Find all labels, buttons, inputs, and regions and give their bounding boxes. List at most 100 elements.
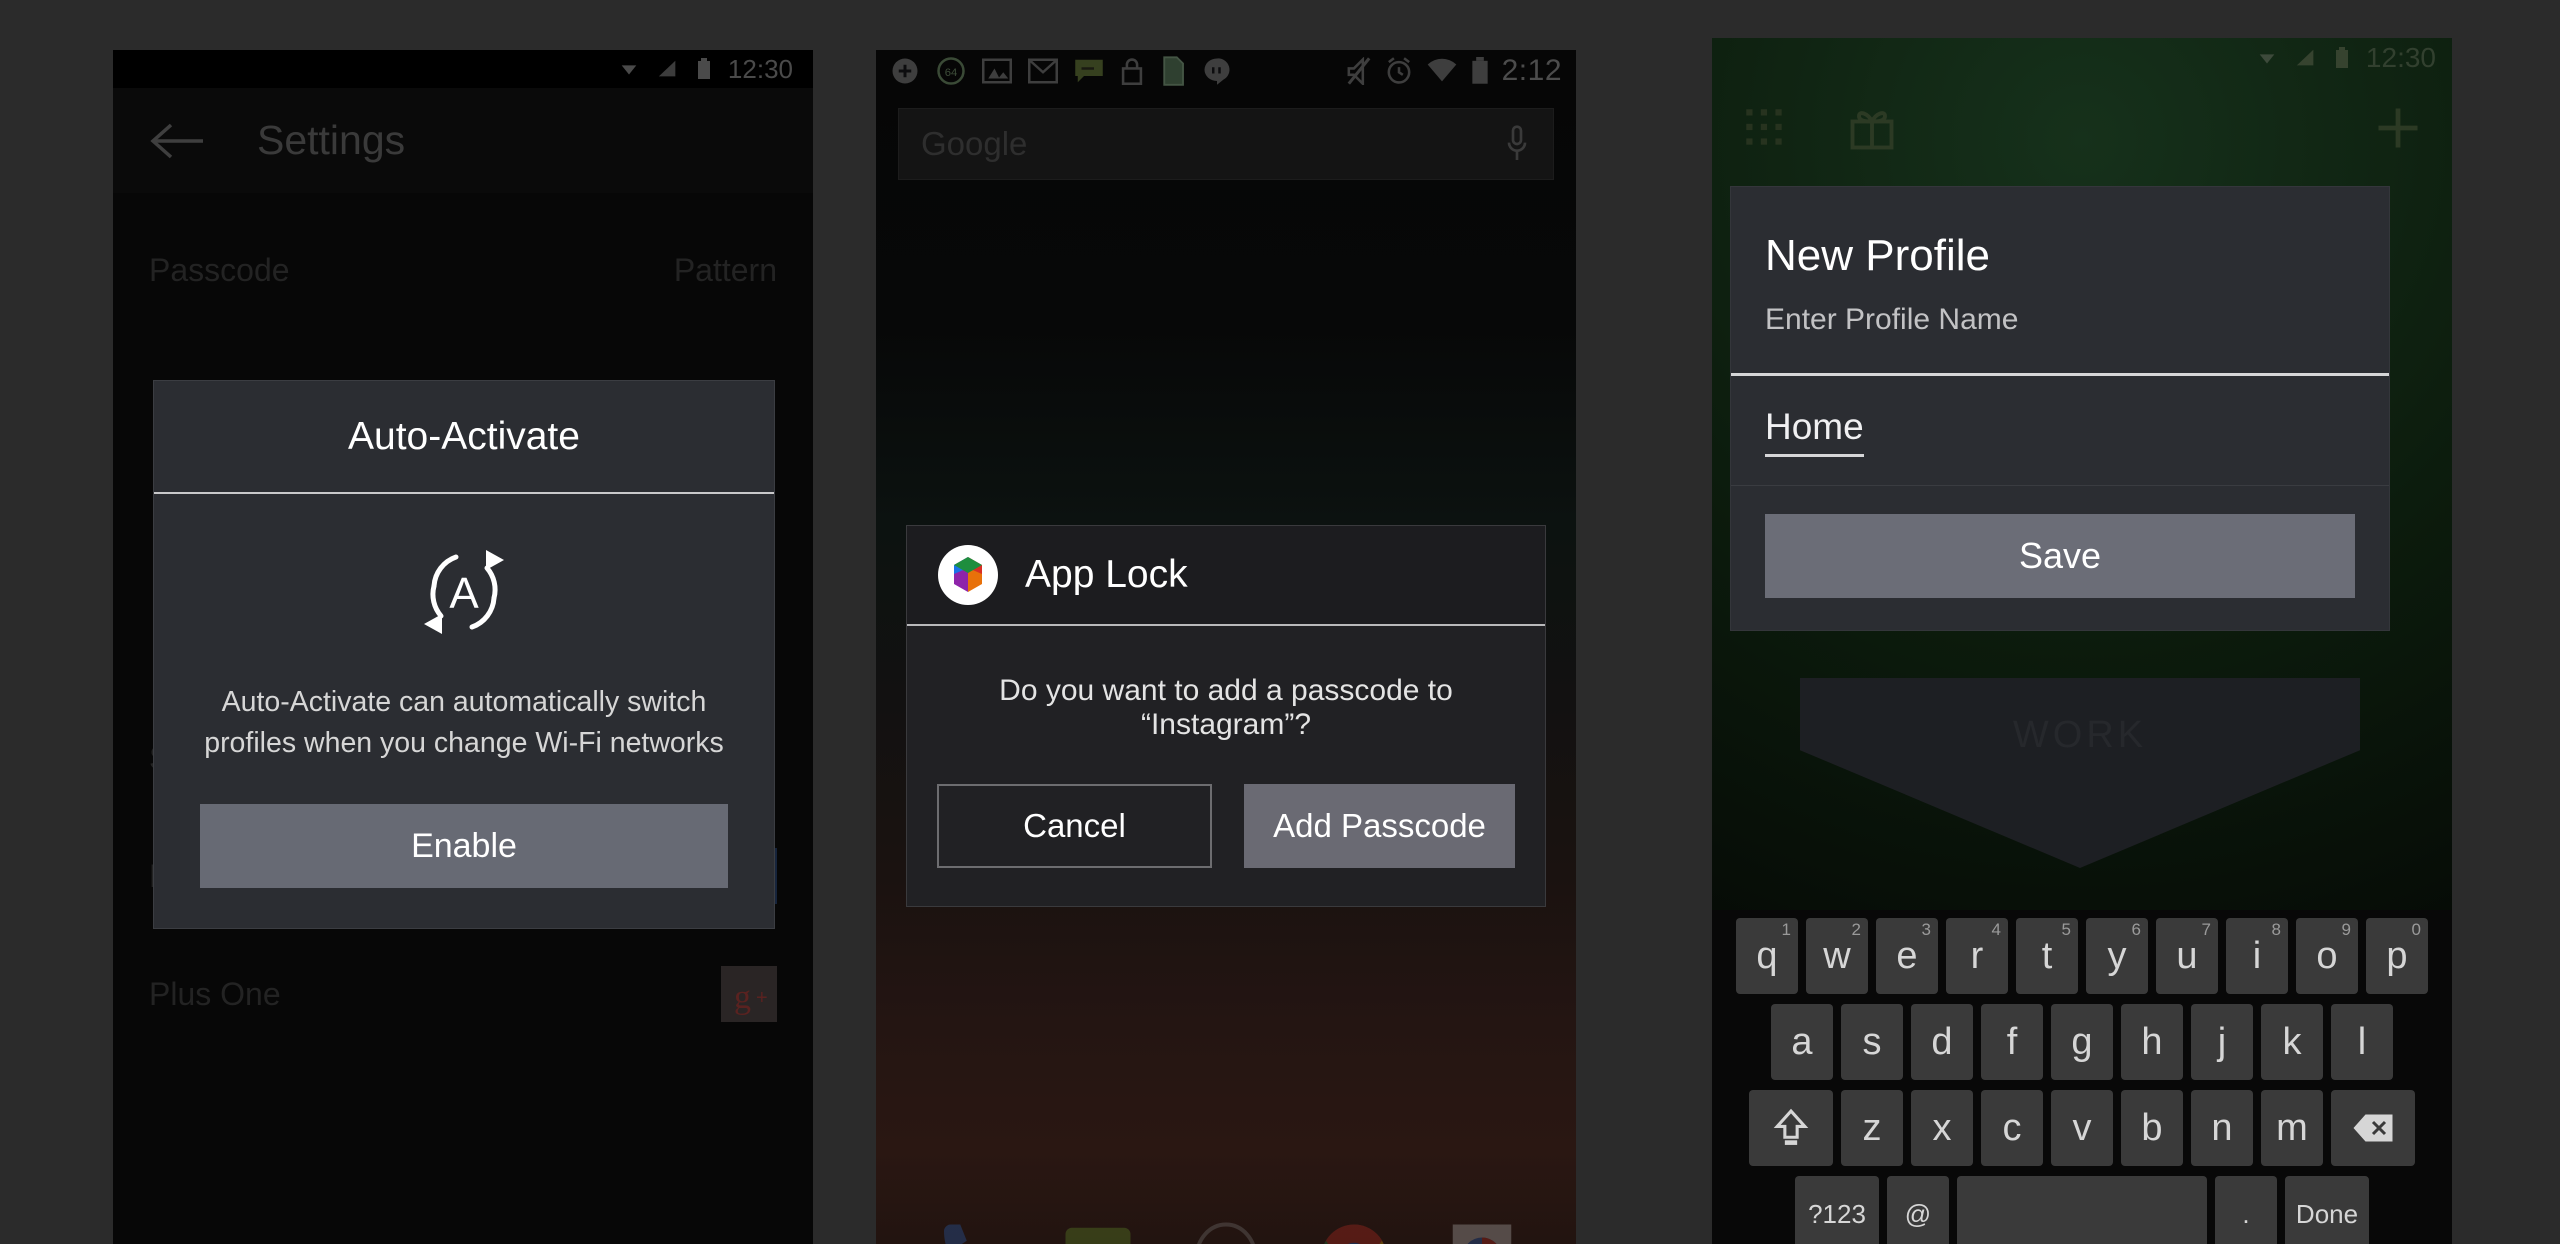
action-bar: Settings [113, 88, 813, 193]
key-sup: 1 [1781, 920, 1791, 939]
key-g[interactable]: g [2051, 1004, 2113, 1080]
status-time: 12:30 [727, 53, 793, 84]
key-label: c [2002, 1106, 2022, 1149]
key-label: ?123 [1808, 1198, 1866, 1229]
key-l[interactable]: l [2331, 1004, 2393, 1080]
dropdown-caret-icon [2256, 47, 2278, 69]
key-s[interactable]: s [1841, 1004, 1903, 1080]
all-apps-icon[interactable] [1187, 1218, 1265, 1244]
messaging-icon[interactable] [1059, 1218, 1137, 1244]
key-sup: 2 [1851, 920, 1861, 939]
keyboard-row-2: a s d f g h j k l [1718, 1004, 2446, 1080]
key-c[interactable]: c [1981, 1090, 2043, 1166]
phone-settings-screen: 12:30 Settings Passcode Pattern Plus One… [113, 50, 813, 1244]
key-label: g [2071, 1020, 2093, 1063]
backspace-icon[interactable] [2331, 1090, 2415, 1166]
key-label: j [2217, 1020, 2227, 1063]
key-f[interactable]: f [1981, 1004, 2043, 1080]
key-label: d [1931, 1020, 1953, 1063]
battery-icon [2334, 46, 2350, 70]
enable-button[interactable]: Enable [200, 804, 728, 888]
key-sup: 7 [2201, 920, 2211, 939]
key-y[interactable]: 6y [2086, 918, 2148, 994]
search-input[interactable]: Google [921, 125, 1027, 163]
key-t[interactable]: 5t [2016, 918, 2078, 994]
key-j[interactable]: j [2191, 1004, 2253, 1080]
microphone-icon[interactable] [1503, 124, 1531, 164]
dialog-app-name: App Lock [1025, 553, 1188, 596]
key-r[interactable]: 4r [1946, 918, 2008, 994]
status-system-icons: 2:12 [1346, 54, 1562, 88]
key-sup: 8 [2271, 920, 2281, 939]
add-passcode-button[interactable]: Add Passcode [1244, 784, 1515, 868]
key-p[interactable]: 0p [2366, 918, 2428, 994]
on-screen-keyboard: 1q 2w 3e 4r 5t 6y 7u 8i 9o 0p a s d f g [1712, 910, 2452, 1244]
key-at[interactable]: @ [1887, 1176, 1949, 1244]
status-bar: 12:30 [113, 50, 813, 88]
save-button[interactable]: Save [1765, 514, 2355, 598]
signal-icon [656, 58, 680, 80]
panel-new-profile: 12:30 WORK New Profile Enter Profile Nam… [1712, 0, 2560, 1244]
key-label: a [1791, 1020, 1813, 1063]
key-a[interactable]: a [1771, 1004, 1833, 1080]
key-symbols[interactable]: ?123 [1795, 1176, 1879, 1244]
action-bar [1712, 78, 2452, 178]
camera-icon[interactable] [1443, 1218, 1521, 1244]
status-bar: 12:30 [1712, 38, 2452, 78]
key-label: b [2141, 1106, 2163, 1149]
key-z[interactable]: z [1841, 1090, 1903, 1166]
key-o[interactable]: 9o [2296, 918, 2358, 994]
profile-item-home[interactable]: Home [1765, 406, 1864, 457]
hangouts-icon [1202, 57, 1232, 85]
key-label: w [1823, 934, 1851, 977]
key-space[interactable] [1957, 1176, 2207, 1244]
key-h[interactable]: h [2121, 1004, 2183, 1080]
cancel-button[interactable]: Cancel [937, 784, 1212, 868]
key-m[interactable]: m [2261, 1090, 2323, 1166]
key-v[interactable]: v [2051, 1090, 2113, 1166]
google-plus-icon[interactable]: g + [721, 966, 777, 1022]
key-label: . [2242, 1198, 2250, 1229]
key-x[interactable]: x [1911, 1090, 1973, 1166]
key-sup: 6 [2131, 920, 2141, 939]
key-w[interactable]: 2w [1806, 918, 1868, 994]
alarm-icon [1385, 57, 1413, 85]
key-b[interactable]: b [2121, 1090, 2183, 1166]
key-n[interactable]: n [2191, 1090, 2253, 1166]
key-label: s [1862, 1020, 1882, 1063]
key-label: m [2276, 1106, 2308, 1149]
svg-text:A: A [449, 569, 479, 618]
settings-row-passcode[interactable]: Passcode Pattern [113, 211, 813, 329]
key-k[interactable]: k [2261, 1004, 2323, 1080]
key-i[interactable]: 8i [2226, 918, 2288, 994]
key-period[interactable]: . [2215, 1176, 2277, 1244]
plus-icon[interactable] [2372, 102, 2424, 154]
dialog-actions: Cancel Add Passcode [907, 742, 1545, 906]
svg-text:g: g [734, 979, 751, 1016]
key-label: z [1862, 1106, 1882, 1149]
key-label: x [1932, 1106, 1952, 1149]
key-u[interactable]: 7u [2156, 918, 2218, 994]
back-arrow-icon[interactable] [149, 119, 207, 163]
battery-icon [1471, 57, 1489, 85]
key-label: h [2141, 1020, 2163, 1063]
key-label: Done [2295, 1198, 2359, 1229]
shift-icon[interactable] [1749, 1090, 1833, 1166]
key-d[interactable]: d [1911, 1004, 1973, 1080]
gift-icon[interactable] [1846, 102, 1898, 154]
key-label: t [2041, 934, 2053, 977]
phone-icon[interactable] [931, 1218, 1009, 1244]
grid-menu-icon[interactable] [1740, 103, 1790, 153]
profile-name-input[interactable]: Enter Profile Name [1765, 303, 2355, 337]
key-sup: 5 [2061, 920, 2071, 939]
dialog-question: Do you want to add a passcode to “Instag… [999, 674, 1453, 741]
key-e[interactable]: 3e [1876, 918, 1938, 994]
key-sup: 4 [1991, 920, 2001, 939]
settings-row-plus-one[interactable]: Plus One g + [113, 935, 813, 1053]
chrome-icon[interactable] [1315, 1218, 1393, 1244]
key-label: u [2176, 934, 2198, 977]
key-done[interactable]: Done [2285, 1176, 2369, 1244]
key-q[interactable]: 1q [1736, 918, 1798, 994]
key-label: p [2386, 934, 2408, 977]
google-search-bar[interactable]: Google [898, 108, 1554, 180]
